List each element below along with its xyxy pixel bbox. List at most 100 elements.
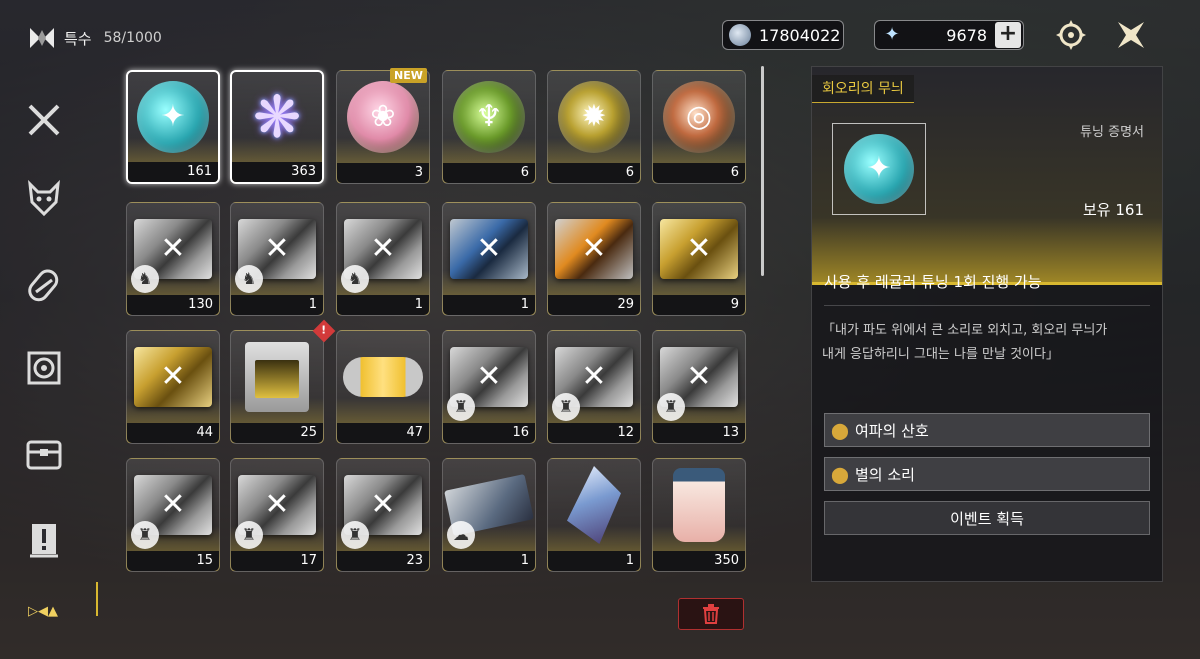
scrollbar[interactable] bbox=[761, 66, 764, 276]
sidebar-footer-indicator: ▷◀▲ bbox=[28, 604, 58, 619]
exclamation-icon bbox=[30, 524, 58, 558]
inventory-slot[interactable]: ✹ 6 bbox=[547, 70, 641, 184]
category-icon bbox=[28, 24, 56, 52]
inventory-slot[interactable]: ✕ 1 bbox=[442, 202, 536, 316]
coin-currency[interactable]: 17804022 bbox=[722, 20, 844, 50]
item-image: ❋ bbox=[252, 83, 302, 151]
item-quantity: 130 bbox=[127, 295, 219, 315]
item-quantity: 16 bbox=[443, 423, 535, 443]
inventory-slot[interactable]: ☁ 1 bbox=[442, 458, 536, 572]
item-image bbox=[653, 459, 745, 551]
helmet-icon: ♜ bbox=[657, 393, 685, 421]
category-count: 58/1000 bbox=[103, 30, 162, 46]
detail-description: 사용 후 레귤러 튜닝 1회 진행 가능 bbox=[824, 273, 1042, 291]
item-quantity: 9 bbox=[653, 295, 745, 315]
item-quantity: 6 bbox=[653, 163, 745, 183]
item-detail-panel: 회오리의 무늬 ✦ 튜닝 증명서 보유 161 사용 후 레귤러 튜닝 1회 진… bbox=[811, 66, 1163, 582]
item-quantity: 29 bbox=[548, 295, 640, 315]
item-quantity: 1 bbox=[548, 551, 640, 571]
item-image bbox=[337, 331, 429, 423]
sidebar-item-consumables[interactable] bbox=[24, 266, 64, 306]
source-label: 이벤트 획득 bbox=[950, 509, 1024, 528]
item-quantity: 23 bbox=[337, 551, 429, 571]
inventory-slot[interactable]: ✕ ♜ 13 bbox=[652, 330, 746, 444]
item-image: ❀ bbox=[337, 71, 429, 163]
divider bbox=[824, 305, 1150, 306]
source-item-2[interactable]: ⬤ 별의 소리 bbox=[824, 457, 1150, 491]
chest-icon bbox=[26, 440, 62, 470]
item-quantity: 6 bbox=[443, 163, 535, 183]
detail-lore: 「내가 파도 위에서 큰 소리로 외치고, 회오리 무늬가 내게 응답하리니 그… bbox=[822, 319, 1150, 367]
sidebar-item-chests[interactable] bbox=[24, 434, 64, 474]
category-header: 특수 58/1000 bbox=[28, 24, 162, 52]
detail-header: 회오리의 무늬 ✦ 튜닝 증명서 보유 161 bbox=[812, 67, 1162, 285]
item-quantity: 13 bbox=[653, 423, 745, 443]
sidebar-item-materials[interactable] bbox=[24, 348, 64, 388]
source-item-1[interactable]: ⬤ 여파의 산호 bbox=[824, 413, 1150, 447]
item-quantity: 1 bbox=[443, 295, 535, 315]
source-label: 별의 소리 bbox=[855, 465, 915, 484]
sidebar-item-special[interactable] bbox=[24, 520, 64, 560]
source-event: 이벤트 획득 bbox=[824, 501, 1150, 535]
item-image: ✹ bbox=[548, 71, 640, 163]
sidebar-item-echoes[interactable] bbox=[24, 178, 64, 218]
cloud-icon: ☁ bbox=[447, 521, 475, 549]
star-value: 9678 bbox=[946, 25, 987, 45]
location-pin-icon: ⬤ bbox=[831, 464, 849, 484]
gear-icon[interactable] bbox=[1054, 18, 1088, 52]
inventory-slot[interactable]: 25 bbox=[230, 330, 324, 444]
close-icon[interactable] bbox=[1114, 18, 1148, 52]
item-quantity: 1 bbox=[337, 295, 429, 315]
item-quantity: 350 bbox=[653, 551, 745, 571]
inventory-slot[interactable]: 1 bbox=[547, 458, 641, 572]
inventory-slot[interactable]: ✦ 161 bbox=[126, 70, 220, 184]
item-image: ✕ bbox=[127, 331, 219, 423]
item-image: ♆ bbox=[443, 71, 535, 163]
inventory-slot[interactable]: ✕ 44 bbox=[126, 330, 220, 444]
inventory-slot[interactable]: ◎ 6 bbox=[652, 70, 746, 184]
item-image: ✕ bbox=[653, 203, 745, 295]
item-quantity: 15 bbox=[127, 551, 219, 571]
item-quantity: 12 bbox=[548, 423, 640, 443]
item-quantity: 44 bbox=[127, 423, 219, 443]
inventory-slot[interactable]: 350 bbox=[652, 458, 746, 572]
trash-icon[interactable] bbox=[678, 598, 744, 630]
inventory-slot[interactable]: ♆ 6 bbox=[442, 70, 536, 184]
inventory-slot[interactable]: ❋ 363 bbox=[230, 70, 324, 184]
star-icon: ✦ bbox=[884, 24, 900, 45]
inventory-slot[interactable]: ✕ ♞ 1 bbox=[336, 202, 430, 316]
item-quantity: 363 bbox=[232, 162, 322, 182]
inventory-slot[interactable]: ✕ ♜ 16 bbox=[442, 330, 536, 444]
helmet-icon: ♜ bbox=[131, 521, 159, 549]
helmet-icon: ♜ bbox=[552, 393, 580, 421]
item-quantity: 6 bbox=[548, 163, 640, 183]
inventory-slot[interactable]: ✕ ♞ 130 bbox=[126, 202, 220, 316]
helmet-icon: ♜ bbox=[341, 521, 369, 549]
item-quantity: 25 bbox=[231, 423, 323, 443]
capsule-icon bbox=[28, 269, 59, 302]
item-image: ✕ bbox=[548, 203, 640, 295]
inventory-slot[interactable]: ✕ ♞ 1 bbox=[230, 202, 324, 316]
sidebar-item-weapons[interactable] bbox=[24, 100, 64, 140]
inventory-slot[interactable]: ✕ ♜ 23 bbox=[336, 458, 430, 572]
item-image: ✕ bbox=[443, 203, 535, 295]
detail-item-type: 튜닝 증명서 bbox=[1080, 125, 1144, 140]
lore-line-2: 내게 응답하리니 그대는 나를 만날 것이다」 bbox=[822, 347, 1059, 362]
item-quantity: 17 bbox=[231, 551, 323, 571]
inventory-slot[interactable]: ✕ ♜ 17 bbox=[230, 458, 324, 572]
inventory-slot[interactable]: ❀ 3 bbox=[336, 70, 430, 184]
star-currency[interactable]: ✦ 9678 + bbox=[874, 20, 1024, 50]
new-badge: NEW bbox=[390, 68, 427, 83]
wolf-icon: ♞ bbox=[341, 265, 369, 293]
wolf-icon: ♞ bbox=[235, 265, 263, 293]
source-label: 여파의 산호 bbox=[855, 421, 929, 440]
item-quantity: 47 bbox=[337, 423, 429, 443]
inventory-slot[interactable]: ✕ ♜ 15 bbox=[126, 458, 220, 572]
add-currency-button[interactable]: + bbox=[995, 22, 1021, 48]
item-image bbox=[231, 331, 323, 423]
inventory-slot[interactable]: ✕ 9 bbox=[652, 202, 746, 316]
inventory-slot[interactable]: ✕ ♜ 12 bbox=[547, 330, 641, 444]
inventory-slot[interactable]: 47 bbox=[336, 330, 430, 444]
detail-title: 회오리의 무늬 bbox=[812, 75, 914, 103]
inventory-slot[interactable]: ✕ 29 bbox=[547, 202, 641, 316]
